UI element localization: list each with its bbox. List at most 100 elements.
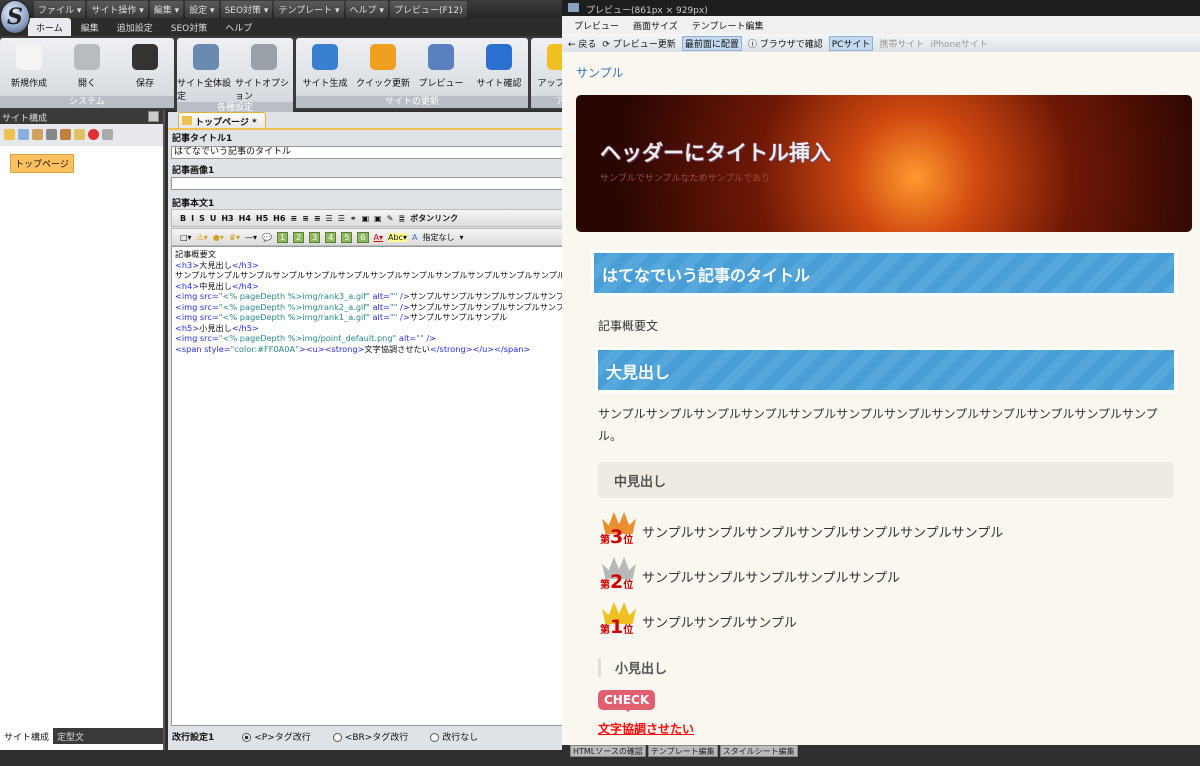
page-icon[interactable] <box>18 129 29 140</box>
ribbon-button[interactable]: サイト全体設定 <box>177 38 235 102</box>
crown-icon[interactable]: ♛▾ <box>229 233 240 242</box>
menu-item[interactable]: 設定 ▾ <box>185 1 219 18</box>
radio-option[interactable]: <BR>タグ改行 <box>332 730 409 743</box>
toolbar-button[interactable]: ▣ <box>374 214 382 223</box>
ribbon-button[interactable]: 保存 <box>116 38 174 96</box>
radio-option[interactable]: <P>タグ改行 <box>242 730 311 743</box>
bottom-button[interactable]: テンプレート編集 <box>647 745 718 757</box>
edit-icon[interactable] <box>74 129 85 140</box>
radio-icon[interactable] <box>242 733 252 742</box>
toolbar-button[interactable]: H6 <box>273 214 285 223</box>
code-line: サンプルサンプルサンプルサンプルサンプルサンプルサンプルサンプルサンプルサンプル… <box>175 270 565 281</box>
folder-icon[interactable] <box>4 129 15 140</box>
speech-bubble-icon[interactable]: 💬 <box>262 233 272 242</box>
font-color-icon[interactable]: A▾ <box>374 233 384 242</box>
number-icon[interactable]: 4 <box>325 231 337 243</box>
app-logo[interactable]: S <box>0 0 30 34</box>
border-box-icon[interactable]: □▾ <box>180 233 192 242</box>
tab-3[interactable]: SEO対策 <box>163 18 215 36</box>
highlight-icon[interactable]: Abc▾ <box>388 232 407 242</box>
number-icon[interactable]: 3 <box>309 231 321 243</box>
radio-label: <BR>タグ改行 <box>344 733 409 743</box>
toolbar-button[interactable]: H4 <box>239 214 251 223</box>
tab-2[interactable]: 追加設定 <box>109 18 161 36</box>
radio-option[interactable]: 改行なし <box>430 730 478 743</box>
bottom-button[interactable]: HTMLソースの確認 <box>570 745 646 757</box>
preview-menu-item[interactable]: プレビュー <box>574 19 619 32</box>
preview-toolbar-button[interactable]: 最前面に配置 <box>681 35 742 51</box>
toolbar-button[interactable]: I <box>191 214 194 223</box>
tab-top-page[interactable]: トップページ * <box>178 112 266 128</box>
radio-icon[interactable] <box>430 733 440 742</box>
toolbar-button[interactable]: S <box>199 214 205 223</box>
tab-site-structure[interactable]: サイト構成 <box>0 728 54 744</box>
preview-menu-item[interactable]: 画面サイズ <box>633 19 678 32</box>
menu-item[interactable]: テンプレート ▾ <box>274 1 344 18</box>
toolbar-button[interactable]: H3 <box>221 214 233 223</box>
article-title-input[interactable]: はてなでいう記事のタイトル <box>171 146 566 159</box>
ribbon-button[interactable]: プレビュー <box>412 38 470 96</box>
menu-item[interactable]: サイト操作 ▾ <box>87 1 148 18</box>
ribbon-group: 新規作成 開く 保存 システム <box>0 38 174 108</box>
search-icon[interactable] <box>102 129 113 140</box>
toolbar-button[interactable]: ☰ <box>338 214 345 223</box>
ribbon-button[interactable]: サイト生成 <box>296 38 354 96</box>
number-icon[interactable]: 5 <box>341 231 353 243</box>
menu-item[interactable]: ヘルプ ▾ <box>345 1 388 18</box>
ribbon-button[interactable]: サイトオプション <box>235 38 293 102</box>
coin-icon[interactable]: ●▾ <box>213 233 224 242</box>
toolbar-button[interactable]: ≡ <box>314 214 321 223</box>
tag-icon[interactable] <box>32 129 43 140</box>
menu-item[interactable]: 編集 ▾ <box>149 1 184 18</box>
menu-item[interactable]: ファイル ▾ <box>34 1 86 18</box>
tree-item-top-page[interactable]: トップページ <box>10 154 74 173</box>
preview-toolbar-button[interactable]: ⓘ ブラウザで確認 <box>748 37 823 50</box>
ribbon-tabs: ホーム 編集 追加設定 SEO対策 ヘルプ <box>0 18 562 36</box>
toolbar-button[interactable]: ☰ <box>326 214 333 223</box>
bottom-button[interactable]: スタイルシート編集 <box>719 745 798 757</box>
toolbar-button[interactable]: ⚭ <box>350 214 357 223</box>
ribbon-button[interactable]: クイック更新 <box>354 38 412 96</box>
toolbar-button[interactable]: ≡ <box>302 214 309 223</box>
warning-icon[interactable]: ⚠▾ <box>197 233 208 242</box>
tab-templates[interactable]: 定型文 <box>53 728 88 744</box>
ribbon-button[interactable]: 新規作成 <box>0 38 58 96</box>
ribbon: 新規作成 開く 保存 システム サイト全体設定 サイトオプション 各種設定 サイト生成 クイック… <box>0 36 589 114</box>
toolbar-button[interactable]: ボタンリンク <box>410 213 458 224</box>
ribbon-button[interactable]: 開く <box>58 38 116 96</box>
toolbar-button[interactable]: ≡ <box>290 214 297 223</box>
wrench-icon[interactable] <box>60 129 71 140</box>
font-select[interactable]: 指定なし <box>422 232 454 243</box>
tab-1[interactable]: 編集 <box>73 18 107 36</box>
radio-icon[interactable] <box>332 733 342 742</box>
preview-toolbar-button[interactable]: PCサイト <box>828 35 874 51</box>
number-icon[interactable]: 1 <box>276 231 289 243</box>
toolbar-button[interactable]: H5 <box>256 214 268 223</box>
article-image-input[interactable] <box>171 177 566 190</box>
number-icon[interactable]: 2 <box>293 231 305 243</box>
menu-item[interactable]: SEO対策 ▾ <box>220 1 273 18</box>
toolbar-button[interactable]: ✎ <box>387 214 394 223</box>
delete-icon[interactable] <box>88 129 99 140</box>
preview-toolbar-button[interactable]: iPhoneサイト <box>930 37 987 50</box>
link-icon[interactable] <box>46 129 57 140</box>
article-body-textarea[interactable]: 記事概要文 <h3>大見出し</h3> サンプルサンプルサンプルサンプルサンプルサン… <box>171 246 566 726</box>
toolbar-button[interactable]: ▣ <box>362 214 370 223</box>
preview-toolbar-button[interactable]: 携帯サイト <box>879 37 924 50</box>
tab-0[interactable]: ホーム <box>28 18 71 36</box>
heading-small: 小見出し <box>598 658 667 677</box>
preview-toolbar-button[interactable]: ← 戻る <box>568 37 596 50</box>
image-label: 記事画像1 <box>172 166 215 176</box>
tab-4[interactable]: ヘルプ <box>217 18 260 36</box>
breadcrumb[interactable]: サンプル <box>576 64 624 81</box>
ribbon-button[interactable]: サイト確認 <box>470 38 528 96</box>
toolbar-button[interactable]: U <box>210 214 217 223</box>
toolbar-button[interactable]: B <box>180 214 186 223</box>
preview-menu-item[interactable]: テンプレート編集 <box>692 19 764 32</box>
number-icon[interactable]: 6 <box>357 231 369 243</box>
horizontal-rule-icon[interactable]: —▾ <box>245 233 257 242</box>
pin-icon[interactable] <box>148 111 159 122</box>
toolbar-button[interactable]: ≣ <box>398 214 405 223</box>
menu-item[interactable]: プレビュー(F12) <box>389 1 467 18</box>
preview-toolbar-button[interactable]: ⟳ プレビュー更新 <box>602 37 675 50</box>
